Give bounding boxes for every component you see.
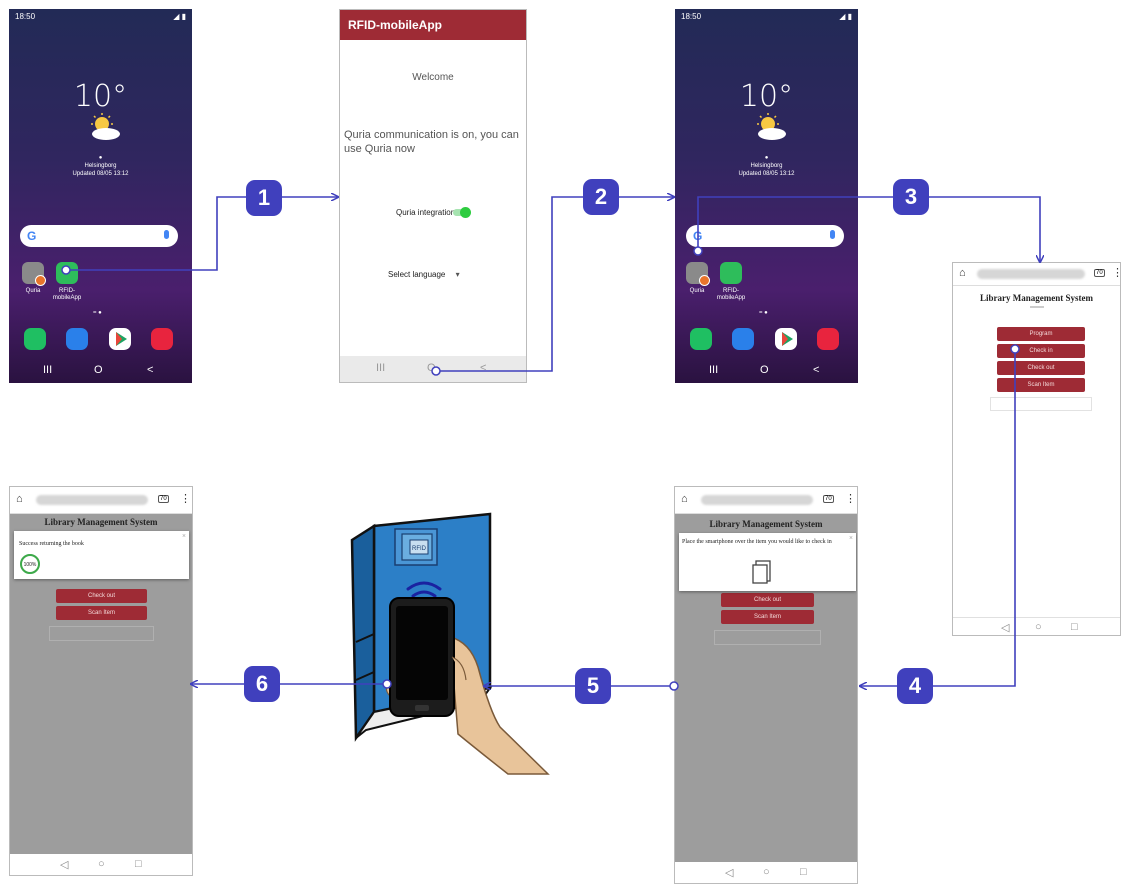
tap-point-home <box>431 366 441 376</box>
tap-point-quria <box>693 246 703 256</box>
flow-arrows <box>61 0 1121 691</box>
step-badge-3: 3 <box>893 179 929 215</box>
arrow-step-4 <box>860 349 1016 686</box>
arrow-step-3 <box>697 196 1040 262</box>
step-badge-6: 6 <box>244 666 280 702</box>
step-badge-1: 1 <box>246 180 282 216</box>
tap-point-scan <box>382 679 392 689</box>
tap-point-rfid-app <box>61 265 71 275</box>
arrow-step-1 <box>66 197 338 271</box>
tap-point-check-in <box>1010 344 1020 354</box>
step-badge-5: 5 <box>575 668 611 704</box>
tap-point-dialog <box>669 681 679 691</box>
arrow-step-2 <box>436 197 674 372</box>
step-badge-2: 2 <box>583 179 619 215</box>
step-badge-4: 4 <box>897 668 933 704</box>
